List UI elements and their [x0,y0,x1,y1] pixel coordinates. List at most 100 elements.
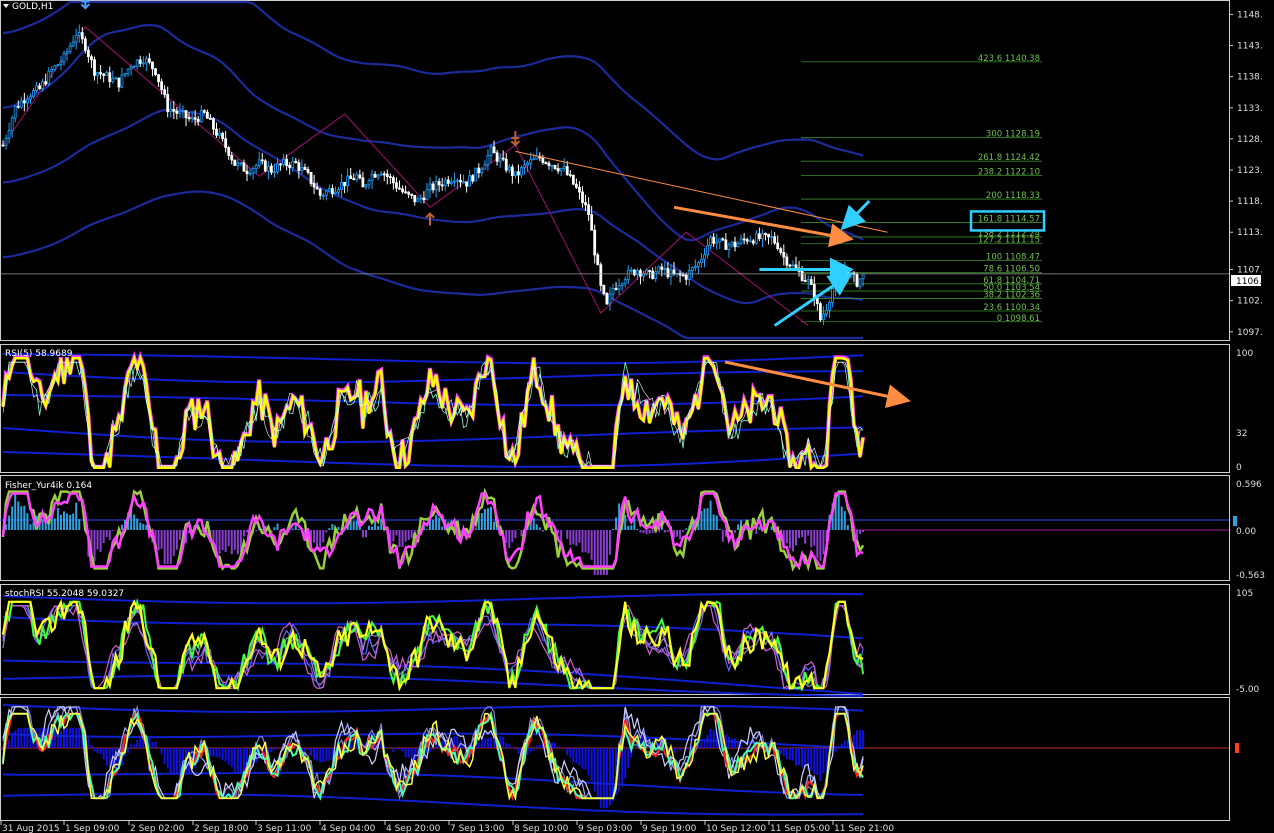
candle-body [285,158,289,166]
fisher-histogram-bar [859,530,862,534]
osc-histogram-bar [322,748,325,763]
osc-histogram-bar [166,748,169,769]
candle-body [398,187,401,190]
fisher-histogram-bar [255,530,258,532]
zigzag-path [2,26,809,326]
time-tick-label: 2 Sep 02:00 [130,824,185,833]
fisher-histogram-bar [75,502,78,530]
fisher-histogram-bar [715,515,718,530]
osc-yellow-line [2,712,864,802]
candle-body [471,175,475,182]
annotation-arrow[interactable] [673,205,854,248]
candle-body [468,175,472,187]
candle-body [562,166,566,169]
stoch-tick-top: 105 [1236,589,1253,599]
candle-body [138,59,142,64]
candle-body [172,108,176,112]
osc-histogram-bar [517,748,520,754]
candle-body [105,72,109,76]
candle-body [391,177,395,184]
fisher-histogram-bar [322,530,325,543]
osc-histogram-bar [834,748,837,753]
osc-histogram-bar [209,748,212,756]
candle-body [431,183,435,191]
symbol-title-group[interactable]: GOLD,H1 [3,2,53,12]
fisher-histogram-bar [230,530,233,555]
rsi-band [2,451,864,468]
osc-histogram-bar [313,748,316,760]
osc-histogram-bar [154,741,157,748]
candle-body [4,137,8,146]
fisher-histogram-bar [78,519,81,530]
candle-body [697,262,700,267]
fisher-panel [0,487,1237,575]
trading-chart[interactable]: GOLD,H1 423.6 1140.38 300 1128.19 261.8 11… [0,0,1274,833]
candle-body [312,183,316,188]
time-tick-label: 7 Sep 13:00 [450,824,505,833]
osc-histogram-bar [819,748,822,782]
candle-body [50,69,54,72]
trendline[interactable] [515,150,888,233]
fisher-histogram-bar [608,530,611,555]
osc-histogram-bar [20,728,23,748]
candle-body [1,144,5,147]
candle-body [693,265,697,269]
osc-histogram-bar [90,745,93,748]
fisher-histogram-bar [636,529,639,530]
candle-body [642,273,645,277]
osc-histogram-bar [816,748,819,776]
candle-body [599,264,603,286]
candle-body [169,108,173,112]
candle-body [614,288,618,290]
osc-histogram-bar [810,748,813,772]
candle-body [367,180,371,186]
candle-body [330,188,334,195]
candle-body [416,198,420,203]
fisher-histogram-bar [788,530,791,549]
candle-body [745,239,749,242]
osc-histogram-bar [581,748,584,769]
candle-body [498,157,502,162]
osc-histogram-bar [221,748,224,761]
candle-body [324,190,328,196]
candle-body [419,197,423,200]
candle-body [712,236,716,244]
osc-histogram-bar [127,748,130,753]
fisher-histogram-bar [798,530,801,538]
bollinger-bands [2,0,864,340]
fisher-histogram-bar [361,530,364,538]
candle-body [748,240,752,243]
fisher-histogram-bar [111,530,114,531]
fisher-histogram-bar [377,526,380,530]
candle-body [739,238,743,244]
fisher-histogram-bar [160,530,163,549]
candle-body [218,132,221,136]
candle-body [666,268,670,278]
candle-body [514,171,517,177]
osc-histogram-bar [319,748,322,763]
fisher-histogram-bar [371,526,374,530]
fisher-histogram-bar [566,530,569,539]
candle-body [154,68,157,75]
osc-histogram-bar [511,747,514,748]
fisher-histogram-bar [737,524,740,530]
rsi-panel [1,350,911,472]
candle-body [587,204,590,215]
osc-histogram-bar [139,738,142,748]
candle-body [770,236,773,239]
down-arrow-icon [80,0,91,10]
triangle-down-icon[interactable] [3,4,9,8]
candle-body [800,270,804,281]
fisher-histogram-bar [218,530,221,554]
osc-histogram-bar [172,748,175,776]
fisher-histogram-bar [709,500,712,530]
fisher-histogram-bar [29,524,32,530]
candle-body [709,236,712,247]
candle-body [294,160,298,164]
fisher-histogram-bar [435,515,438,530]
osc-histogram-bar [584,748,587,770]
osc-histogram-bar [679,748,682,751]
candle-body [144,58,148,64]
fisher-histogram-bar [368,525,370,530]
osc-histogram-bar [398,748,401,750]
